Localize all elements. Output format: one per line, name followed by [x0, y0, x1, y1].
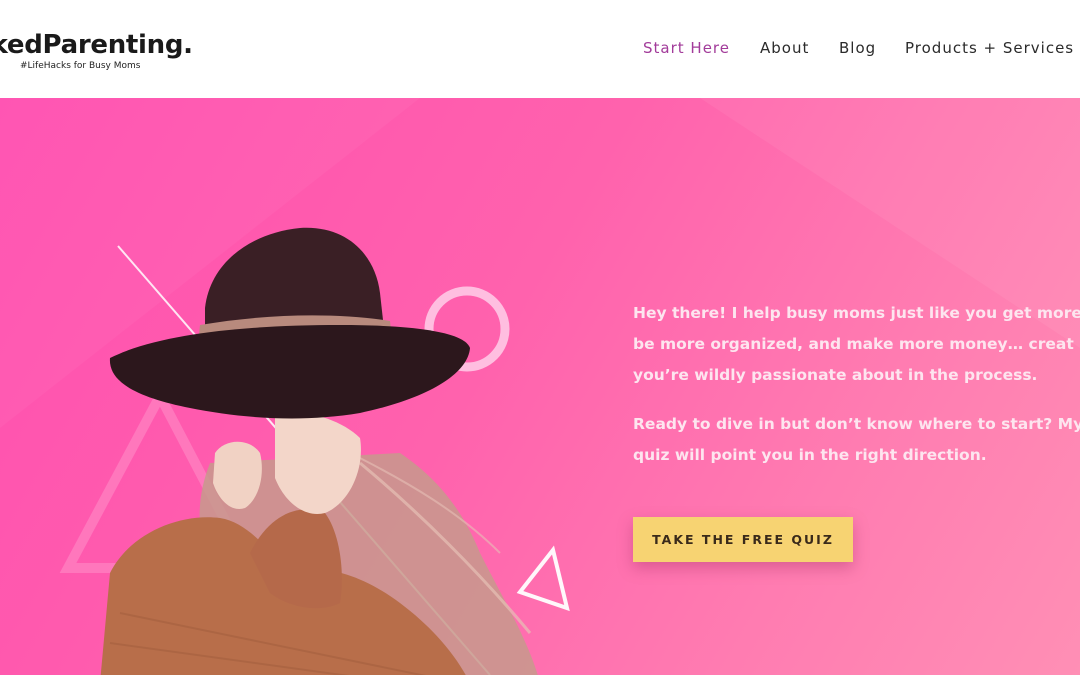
take-quiz-button[interactable]: TAKE THE FREE QUIZ	[633, 517, 853, 562]
nav-blog[interactable]: Blog	[839, 39, 876, 57]
site-logo[interactable]: ikedParenting. #LifeHacks for Busy Moms	[0, 30, 193, 71]
logo-tagline: #LifeHacks for Busy Moms	[20, 61, 141, 71]
logo-wordmark: ikedParenting.	[0, 30, 193, 60]
main-nav: Start Here About Blog Products + Service…	[643, 39, 1080, 61]
nav-start-here[interactable]: Start Here	[643, 39, 730, 57]
hero-photo-woman	[100, 227, 538, 675]
hero-section: Hey there! I help busy moms just like yo…	[0, 98, 1080, 675]
nav-about[interactable]: About	[760, 39, 809, 57]
hero-paragraph-intro: Hey there! I help busy moms just like yo…	[633, 304, 1080, 384]
hero-paragraph-quiz: Ready to dive in but don’t know where to…	[633, 415, 1080, 464]
nav-products-services[interactable]: Products + Services	[905, 39, 1074, 57]
hat-brim	[109, 325, 471, 419]
hero-copy: Hey there! I help busy moms just like yo…	[633, 298, 1080, 489]
site-header: ikedParenting. #LifeHacks for Busy Moms …	[0, 0, 1080, 98]
